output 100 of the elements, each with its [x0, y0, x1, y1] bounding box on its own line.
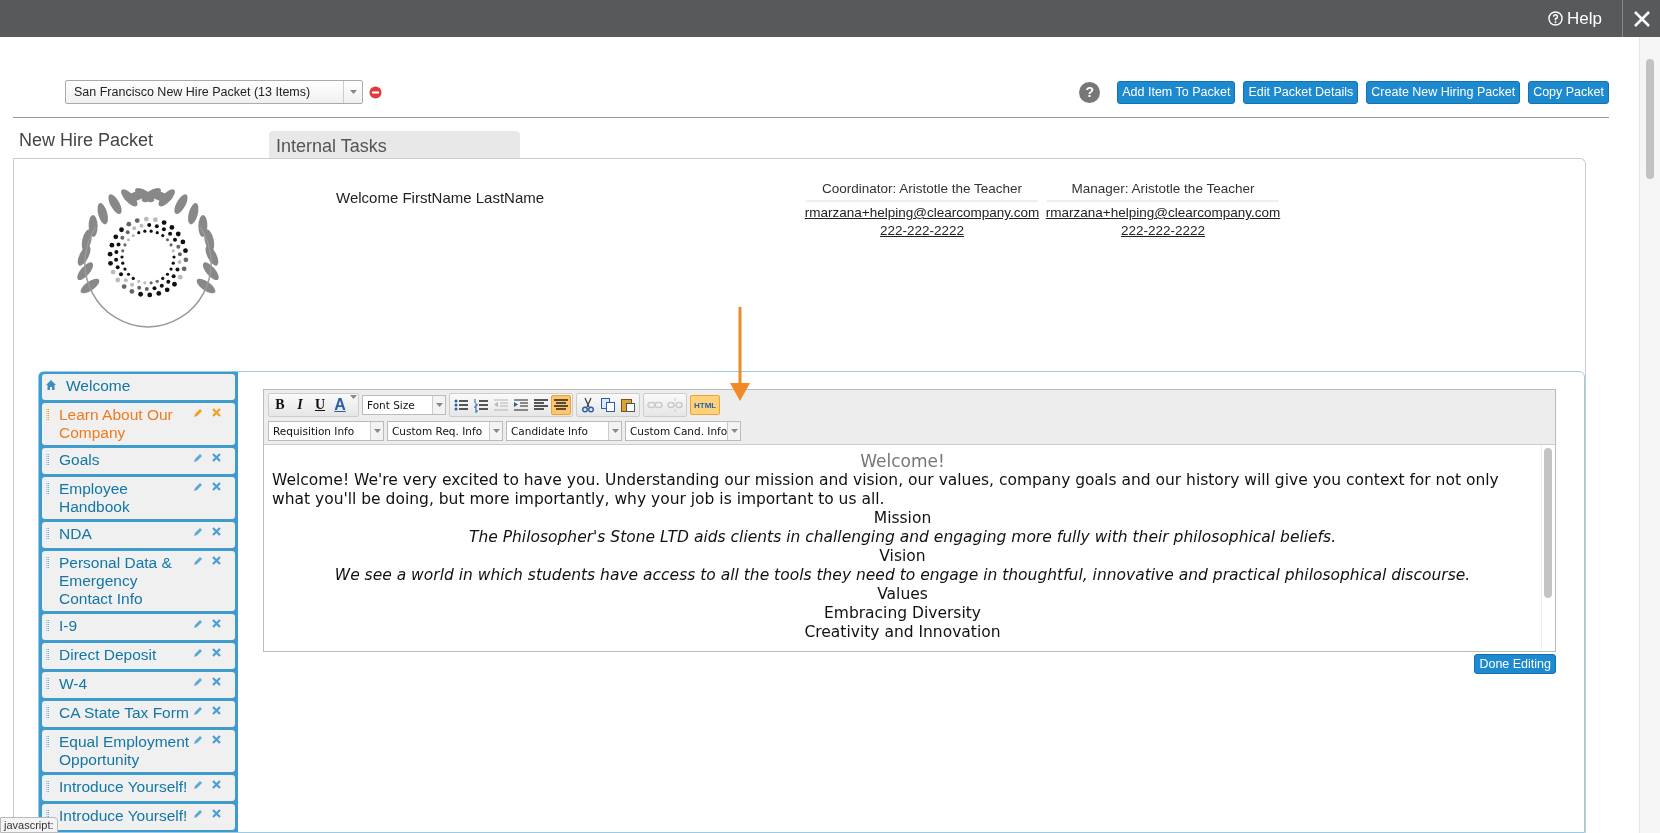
- color-button[interactable]: A: [330, 395, 350, 415]
- drag-handle-icon[interactable]: [46, 781, 49, 792]
- drag-handle-icon[interactable]: [46, 409, 49, 420]
- sidebar-item[interactable]: Welcome: [42, 374, 235, 400]
- sidebar-item[interactable]: Direct Deposit: [42, 643, 235, 669]
- delete-icon[interactable]: [212, 706, 221, 715]
- scrollbar-thumb[interactable]: [1544, 448, 1552, 598]
- help-badge[interactable]: ?: [1079, 81, 1101, 103]
- align-center-button[interactable]: [551, 395, 571, 415]
- drag-handle-icon[interactable]: [46, 649, 49, 660]
- pencil-icon[interactable]: [193, 706, 203, 716]
- sidebar-item[interactable]: I-9: [42, 614, 235, 640]
- outdent-icon: [493, 397, 509, 413]
- cut-icon: [580, 397, 596, 413]
- sidebar-item[interactable]: Introduce Yourself!: [42, 775, 235, 801]
- done-editing-button[interactable]: Done Editing: [1474, 654, 1556, 674]
- packet-action-button[interactable]: Copy Packet: [1528, 80, 1609, 104]
- pencil-icon[interactable]: [193, 527, 203, 537]
- caret-icon: [730, 429, 738, 433]
- sidebar-item[interactable]: W-4: [42, 672, 235, 698]
- underline-button[interactable]: U: [310, 395, 330, 415]
- delete-icon[interactable]: [212, 809, 221, 818]
- delete-icon[interactable]: [212, 527, 221, 536]
- html-button[interactable]: HTML: [690, 395, 721, 415]
- pencil-icon[interactable]: [193, 482, 203, 492]
- pencil-icon[interactable]: [193, 780, 203, 790]
- pencil-icon[interactable]: [193, 408, 203, 418]
- indent-icon: [513, 397, 529, 413]
- help-icon: [1548, 11, 1564, 26]
- numbered-list-icon: [473, 397, 489, 413]
- packet-action-button[interactable]: Create New Hiring Packet: [1366, 80, 1521, 104]
- content-heading: Welcome!: [859, 452, 946, 471]
- content-text: The Philosopher's Stone LTD aids clients in challenging and engaging more fully with their philosophical beliefs.: [467, 528, 1338, 547]
- align-left-icon: [533, 397, 549, 413]
- delete-icon[interactable]: [212, 482, 221, 491]
- delete-icon[interactable]: [212, 677, 221, 686]
- sidebar-item[interactable]: Employee Handbook: [42, 477, 235, 519]
- drag-handle-icon[interactable]: [46, 528, 49, 539]
- caret-icon: [373, 429, 381, 433]
- pencil-icon[interactable]: [193, 619, 203, 629]
- drag-handle-icon[interactable]: [46, 707, 49, 718]
- bold-button[interactable]: B: [270, 395, 290, 415]
- help-link[interactable]: Help: [1528, 0, 1622, 37]
- italic-button[interactable]: I: [290, 395, 310, 415]
- sidebar-item[interactable]: Learn About Our Company: [42, 403, 235, 445]
- pencil-icon[interactable]: [193, 556, 203, 566]
- page-title: New Hire Packet: [18, 130, 155, 152]
- sidebar-item[interactable]: CA State Tax Form: [42, 701, 235, 727]
- drag-handle-icon[interactable]: [46, 736, 49, 747]
- sidebar-item[interactable]: Personal Data & Emergency Contact Info: [42, 551, 235, 611]
- pencil-icon[interactable]: [193, 453, 203, 463]
- packet-action-button[interactable]: Edit Packet Details: [1243, 80, 1359, 104]
- copy-icon: [600, 397, 616, 413]
- email-link[interactable]: rmarzana+helping@clearcompany.com: [1045, 205, 1281, 220]
- content-text: We see a world in which students have access to all the tools they need to engage in thoughtful, innovative and practical philosophical discourse.: [333, 566, 1472, 585]
- welcome-heading: Welcome FirstName LastName: [336, 189, 546, 206]
- font-size-dropdown[interactable]: Font Size: [362, 395, 446, 415]
- pencil-icon[interactable]: [193, 809, 203, 819]
- insert-dropdown[interactable]: Requisition Info: [268, 421, 384, 441]
- packet-dropdown[interactable]: San Francisco New Hire Packet (13 Items): [65, 80, 363, 104]
- content-text: Embracing Diversity: [823, 604, 982, 623]
- insert-dropdown[interactable]: Custom Req. Info: [387, 421, 503, 441]
- phone-link[interactable]: 222-222-2222: [879, 223, 965, 238]
- bullet-list-icon: [453, 397, 469, 413]
- align-center-icon: [553, 397, 569, 413]
- drag-handle-icon[interactable]: [46, 620, 49, 631]
- drag-handle-icon[interactable]: [46, 454, 49, 465]
- delete-icon[interactable]: [212, 453, 221, 462]
- content-text: Vision: [878, 547, 927, 566]
- copy-button[interactable]: [598, 395, 618, 415]
- remove-icon[interactable]: [369, 85, 382, 99]
- contact-title: Coordinator: Aristotle the Teacher: [806, 181, 1038, 202]
- sidebar-item[interactable]: Equal Employment Opportunity: [42, 730, 235, 772]
- caret-icon: [435, 403, 443, 407]
- packet-action-button[interactable]: Add Item To Packet: [1117, 80, 1236, 104]
- pencil-icon[interactable]: [193, 677, 203, 687]
- email-link[interactable]: rmarzana+helping@clearcompany.com: [804, 205, 1040, 220]
- insert-dropdown[interactable]: Custom Cand. Info: [625, 421, 741, 441]
- drag-handle-icon[interactable]: [46, 678, 49, 689]
- content-text: Creativity and Innovation: [803, 623, 1002, 642]
- insert-dropdown[interactable]: Candidate Info: [506, 421, 622, 441]
- drag-handle-icon[interactable]: [46, 483, 49, 494]
- delete-icon[interactable]: [212, 780, 221, 789]
- home-icon: [46, 380, 56, 390]
- content-text: Values: [876, 585, 929, 604]
- delete-icon[interactable]: [212, 735, 221, 744]
- unlink-icon: [667, 397, 683, 413]
- delete-icon[interactable]: [212, 619, 221, 628]
- delete-icon[interactable]: [212, 556, 221, 565]
- sidebar-item[interactable]: Goals: [42, 448, 235, 474]
- pencil-icon[interactable]: [193, 648, 203, 658]
- phone-link[interactable]: 222-222-2222: [1120, 223, 1206, 238]
- pencil-icon[interactable]: [193, 735, 203, 745]
- drag-handle-icon[interactable]: [46, 557, 49, 568]
- sidebar-item[interactable]: NDA: [42, 522, 235, 548]
- status-tooltip: javascript:: [0, 817, 58, 833]
- tab[interactable]: Internal Tasks: [269, 131, 520, 158]
- delete-icon[interactable]: [212, 648, 221, 657]
- delete-icon[interactable]: [212, 408, 221, 417]
- scrollbar-thumb[interactable]: [1646, 59, 1654, 179]
